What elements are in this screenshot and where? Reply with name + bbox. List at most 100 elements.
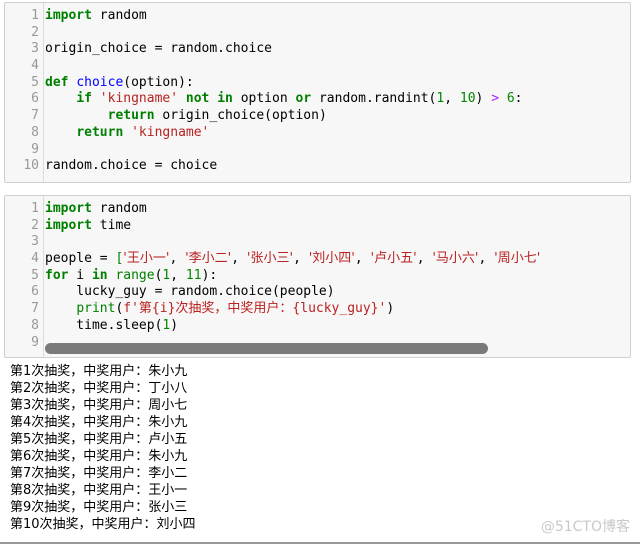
code-token: '王小一' (123, 251, 170, 267)
line-number: 9 (31, 334, 39, 350)
code-token: : (514, 91, 523, 107)
output-line: 第4次抽奖，中奖用户：朱小九 (10, 415, 188, 430)
line-number: 1 (31, 201, 39, 216)
cell-output: 第1次抽奖，中奖用户：朱小九 第2次抽奖，中奖用户：丁小八 第3次抽奖，中奖用户… (10, 363, 196, 533)
code-token: , (293, 251, 309, 267)
code-line: 1 import random (5, 8, 630, 25)
code-token: 11 (185, 267, 202, 283)
code-line: 4 (5, 58, 630, 75)
line-number: 5 (31, 267, 39, 283)
code-line: 6 lucky_guy = random.choice(people) (5, 284, 630, 301)
code-token: ) (170, 317, 179, 333)
code-token: origin_choice = random.choice (45, 41, 272, 57)
code-token: > (491, 91, 500, 107)
code-text: for i in range(1, 11): (45, 268, 217, 285)
code-token: , (170, 267, 186, 283)
code-text: def choice(option): (45, 75, 194, 92)
code-text: lucky_guy = random.choice(people) (45, 284, 335, 301)
code-token: '张小三' (246, 251, 294, 267)
line-number: 2 (31, 24, 39, 40)
output-line: 第8次抽奖，中奖用户：王小一 (10, 483, 188, 498)
line-number: 4 (31, 251, 39, 267)
line-number: 10 (23, 158, 39, 174)
horizontal-scrollbar[interactable] (45, 343, 488, 354)
line-number: 2 (31, 217, 39, 233)
code-token: '卢小五' (370, 251, 417, 267)
code-line: 10 random.choice = choice (5, 158, 630, 175)
code-token: ) (386, 301, 395, 317)
code-text: origin_choice = random.choice (45, 41, 272, 58)
code-token: ) (475, 91, 492, 107)
line-number: 8 (31, 124, 39, 140)
code-token: def (45, 74, 69, 90)
line-number: 3 (31, 234, 39, 250)
output-line: 第7次抽奖，中奖用户：李小二 (10, 466, 188, 481)
code-line: 9 (5, 142, 630, 159)
code-line: 5 def choice(option): (5, 75, 630, 92)
line-number: 6 (31, 284, 39, 300)
code-token: random (91, 8, 147, 23)
output-line: 第10次抽奖，中奖用户：刘小四 (10, 517, 196, 532)
code-token: 10 (459, 91, 476, 107)
code-line: 8 return 'kingname' (5, 125, 630, 142)
code-line: 7 print(f'第{i}次抽奖，中奖用户：{lucky_guy}') (5, 301, 630, 318)
output-line: 第6次抽奖，中奖用户：朱小九 (10, 449, 188, 464)
code-line: 6 if 'kingname' not in option or random.… (5, 91, 630, 108)
code-line: 3 (5, 234, 630, 251)
code-token: '周小七' (494, 251, 541, 267)
code-text: people = ['王小一', '李小二', '张小三', '刘小四', '卢… (45, 251, 540, 268)
code-text: import time (45, 218, 131, 235)
code-cell-1[interactable]: 1 import random 2 3 origin_choice = random.c… (4, 2, 631, 183)
code-token: time (91, 217, 132, 233)
code-token: random (91, 201, 147, 216)
code-token: lucky_guy = random.choice(people) (45, 284, 335, 300)
code-cell-2[interactable]: 1 import random 2 import time 3 4 people = ['王… (4, 195, 631, 358)
output-line: 第2次抽奖，中奖用户：丁小八 (10, 381, 188, 396)
code-token: option (232, 91, 296, 107)
code-token: , (478, 251, 495, 267)
line-number: 4 (31, 58, 39, 74)
code-token: '刘小四' (308, 251, 355, 267)
line-number: 3 (31, 41, 39, 57)
line-number: 7 (31, 108, 39, 124)
code-token: (option): (123, 74, 194, 90)
code-token: return (107, 108, 155, 124)
watermark: @51CTO博客 (540, 519, 630, 535)
line-number: 8 (31, 317, 39, 333)
code-token: or (295, 91, 312, 107)
code-token: if (76, 91, 92, 107)
code-token: '马小六' (432, 251, 479, 267)
code-text: print(f'第{i}次抽奖，中奖用户：{lucky_guy}') (45, 301, 394, 318)
code-token: not in (185, 91, 233, 107)
code-text: import random (45, 201, 147, 218)
output-line: 第5次抽奖，中奖用户：卢小五 (10, 432, 188, 447)
code-editor[interactable]: 1 import random 2 import time 3 4 people = ['王… (5, 201, 630, 351)
code-token: origin_choice(option) (154, 108, 327, 124)
code-token: i (68, 267, 92, 283)
code-token: range (115, 267, 155, 283)
code-text: return origin_choice(option) (45, 108, 327, 125)
code-token: random.choice = choice (45, 158, 218, 174)
code-token: '李小二' (185, 251, 232, 267)
code-line: 5 for i in range(1, 11): (5, 268, 630, 285)
line-number: 1 (31, 8, 39, 23)
output-line: 第9次抽奖，中奖用户：张小三 (10, 500, 188, 515)
code-token: 6 (506, 91, 515, 107)
code-line: 2 (5, 25, 630, 42)
line-number: 5 (31, 74, 39, 90)
code-token: , (231, 251, 247, 267)
code-text: random.choice = choice (45, 158, 217, 175)
code-editor[interactable]: 1 import random 2 3 origin_choice = random.c… (5, 8, 630, 175)
code-token: , (354, 251, 371, 267)
code-line: 4 people = ['王小一', '李小二', '张小三', '刘小四', '… (5, 251, 630, 268)
code-line: 7 return origin_choice(option) (5, 108, 630, 125)
code-text: import random (45, 8, 147, 25)
code-token: f'第{i}次抽奖，中奖用户：{lucky_guy}' (123, 301, 387, 317)
code-token: for (45, 267, 69, 283)
